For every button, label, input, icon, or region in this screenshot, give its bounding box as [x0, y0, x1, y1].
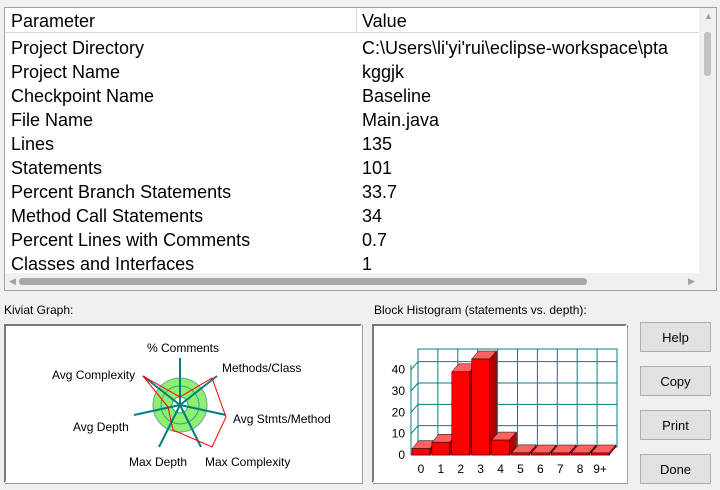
value-cell: Main.java: [362, 110, 440, 130]
table-row[interactable]: Project Directory C:\Users\li'yi'rui\ecli…: [5, 36, 702, 60]
header-parameter[interactable]: Parameter: [11, 8, 95, 32]
kiviat-axis-avg-stmts: Avg Stmts/Method: [233, 412, 331, 426]
kiviat-axis-max-complexity: Max Complexity: [205, 455, 290, 469]
histogram-bar: [551, 452, 570, 456]
parameter-cell: Project Name: [11, 62, 121, 82]
table-row[interactable]: Statements 101: [5, 156, 702, 180]
histogram-ytick-label: 0: [398, 448, 405, 462]
table-row[interactable]: Checkpoint Name Baseline: [5, 84, 702, 108]
parameter-cell: Percent Branch Statements: [11, 182, 232, 202]
histogram-xtick-label: 9+: [593, 462, 607, 476]
parameter-cell: Project Directory: [11, 38, 145, 58]
vertical-scroll-thumb[interactable]: [704, 32, 711, 76]
histogram-xtick-label: 6: [537, 462, 544, 476]
parameter-cell: Checkpoint Name: [11, 86, 155, 106]
histogram-bar: [511, 452, 530, 456]
histogram-ytick-label: 20: [392, 405, 406, 419]
histogram-gridline: [410, 425, 419, 434]
histogram-bar: [491, 439, 510, 456]
scroll-left-icon[interactable]: ◀: [9, 276, 16, 287]
table-row[interactable]: Percent Lines with Comments 0.7: [5, 228, 702, 252]
table-row[interactable]: Method Call Statements 34: [5, 204, 702, 228]
histogram-xtick-label: 8: [577, 462, 584, 476]
histogram-bar: [471, 358, 490, 456]
histogram-xtick-label: 1: [438, 462, 445, 476]
parameter-cell: Statements: [11, 158, 103, 178]
kiviat-graph: % Comments Methods/Class Avg Stmts/Metho…: [4, 324, 362, 483]
kiviat-axis-avg-complexity: Avg Complexity: [52, 368, 135, 382]
histogram-xtick-label: 7: [557, 462, 564, 476]
histogram-bar: [590, 452, 610, 456]
table-rows: Project Directory C:\Users\li'yi'rui\ecli…: [5, 36, 702, 276]
histogram-ytick-label: 40: [392, 363, 406, 377]
histogram-svg: 0102030400 1 2 3 4 5 6 7 8 9+: [392, 348, 618, 476]
help-button[interactable]: Help: [640, 322, 711, 352]
histogram-ytick-label: 10: [392, 427, 406, 441]
parameter-cell: Percent Lines with Comments: [11, 230, 251, 250]
value-cell: 0.7: [362, 230, 388, 250]
value-cell: kggjk: [362, 62, 405, 82]
histogram-gridline: [410, 404, 419, 413]
kiviat-axis-max-depth: Max Depth: [129, 455, 187, 469]
horizontal-scroll-thumb[interactable]: [19, 278, 587, 285]
histogram-bar: [431, 441, 451, 456]
kiviat-label: Kiviat Graph:: [4, 303, 74, 317]
parameter-cell: Method Call Statements: [11, 206, 204, 226]
histogram-bar: [451, 371, 470, 456]
scroll-corner: [699, 273, 716, 290]
done-button[interactable]: Done: [640, 454, 711, 484]
value-cell: C:\Users\li'yi'rui\eclipse-workspace\pta: [362, 38, 668, 58]
kiviat-axes: [133, 358, 227, 448]
histogram-xtick-label: 4: [497, 462, 504, 476]
histogram-ytick-label: 30: [392, 384, 406, 398]
histogram-xtick-label: 2: [457, 462, 464, 476]
table-header: Parameter Value: [5, 8, 702, 33]
histogram-xtick-label: 3: [477, 462, 484, 476]
kiviat-axis-avg-depth: Avg Depth: [73, 420, 129, 434]
histogram-bar: [531, 452, 550, 456]
kiviat-axis-comments: % Comments: [147, 341, 219, 355]
copy-button[interactable]: Copy: [640, 366, 711, 396]
vertical-scrollbar[interactable]: ▲: [699, 8, 716, 274]
value-cell: Baseline: [362, 86, 432, 106]
histogram-label: Block Histogram (statements vs. depth):: [374, 303, 587, 317]
scroll-up-icon[interactable]: ▲: [704, 11, 713, 21]
kiviat-svg: % Comments Methods/Class Avg Stmts/Metho…: [52, 341, 331, 469]
histogram-gridline: [410, 361, 419, 370]
kiviat-axis-methods-class: Methods/Class: [222, 361, 301, 375]
parameter-cell: Lines: [11, 134, 55, 154]
column-separator[interactable]: [356, 8, 357, 32]
scroll-right-icon[interactable]: ▶: [688, 276, 695, 287]
table-row[interactable]: Lines 135: [5, 132, 702, 156]
block-histogram: 0 10 20 30 40 0 1 2 3 4 5 6 7 8 9+: [372, 324, 627, 483]
table-row[interactable]: File Name Main.java: [5, 108, 702, 132]
horizontal-scrollbar[interactable]: ◀ ▶: [5, 273, 702, 290]
table-row[interactable]: Project Name kggjk: [5, 60, 702, 84]
metrics-table: Parameter Value Project Directory C:\User…: [4, 7, 717, 291]
value-cell: 34: [362, 206, 383, 226]
table-row[interactable]: Percent Branch Statements 33.7: [5, 180, 702, 204]
value-cell: 101: [362, 158, 393, 178]
histogram-xtick-label: 0: [418, 462, 425, 476]
value-cell: 135: [362, 134, 393, 154]
value-cell: 33.7: [362, 182, 398, 202]
histogram-bar: [570, 452, 590, 456]
parameter-cell: File Name: [11, 110, 94, 130]
histogram-xtick-label: 5: [517, 462, 524, 476]
histogram-gridline: [410, 382, 419, 392]
print-button[interactable]: Print: [640, 410, 711, 440]
header-value[interactable]: Value: [362, 8, 407, 32]
histogram-bar: [411, 448, 431, 456]
